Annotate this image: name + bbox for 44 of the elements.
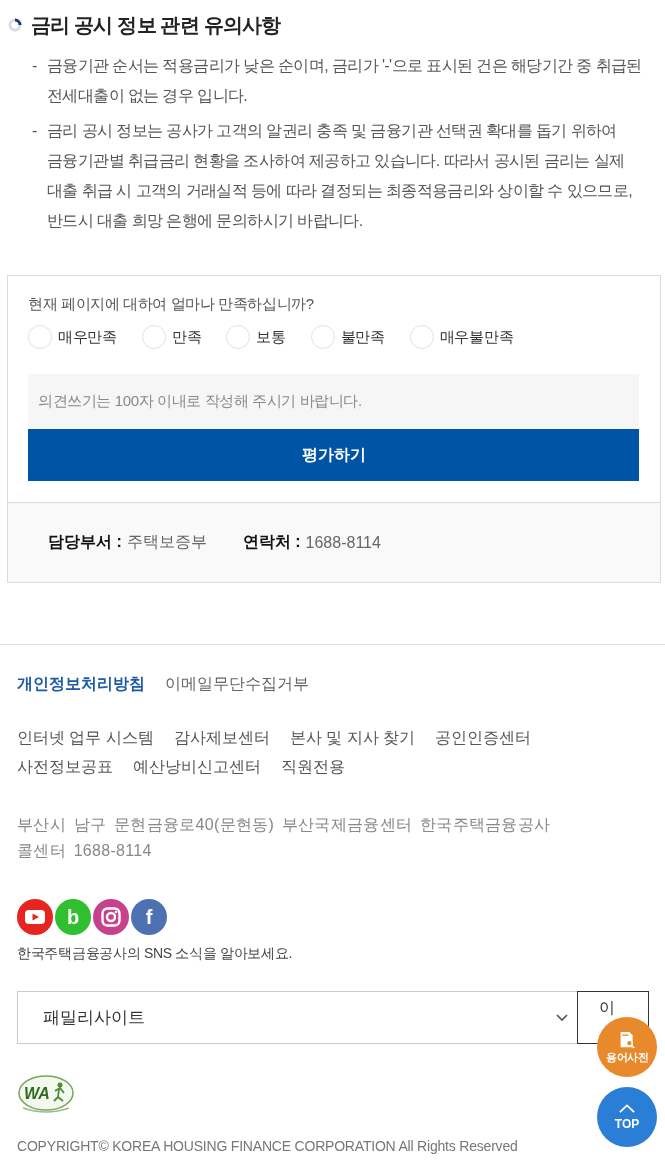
sns-caption: 한국주택금융공사의 SNS 소식을 알아보세요. bbox=[17, 944, 294, 963]
footer-link[interactable]: 사전정보공표 bbox=[17, 752, 113, 781]
copyright-text: COPYRIGHT© KOREA HOUSING FINANCE CORPORATION All Rights Reserved bbox=[17, 1137, 519, 1156]
option-label[interactable]: 불만족 bbox=[340, 324, 385, 350]
address-text: 콜센터 1688-8114 bbox=[17, 841, 153, 861]
policy-link[interactable]: 개인정보처리방침 bbox=[17, 672, 145, 696]
address-text: 부산시 남구 문현금융로40(문현동) 부산국제금융센터 한국주택금융공사 bbox=[17, 815, 552, 835]
opinion-field[interactable]: 의견쓰기는 100자 이내로 작성해 주시기 바랍니다. bbox=[28, 374, 639, 429]
contact-value: 1688-8114 bbox=[305, 533, 381, 552]
footer-link[interactable]: 본사 및 지사 찾기 bbox=[289, 723, 416, 752]
radio-button[interactable] bbox=[409, 325, 434, 349]
radio-button[interactable] bbox=[141, 325, 166, 349]
bullet-dash: - bbox=[32, 121, 38, 141]
footer-link[interactable]: 예산낭비신고센터 bbox=[133, 752, 261, 781]
play-button-icon[interactable] bbox=[17, 899, 53, 935]
ring-icon bbox=[8, 18, 22, 32]
option-label[interactable]: 보통 bbox=[256, 324, 286, 350]
radio-button[interactable] bbox=[28, 325, 52, 349]
contact-label: 연락처 : bbox=[242, 532, 301, 552]
option-label[interactable]: 만족 bbox=[171, 324, 202, 350]
radio-button[interactable] bbox=[226, 325, 251, 349]
section-title: 금리 공시 정보 관련 유의사항 bbox=[31, 13, 281, 38]
camera-icon[interactable] bbox=[93, 899, 129, 935]
bullet-dash: - bbox=[32, 56, 38, 76]
contact-label: 담당부서 : bbox=[48, 532, 122, 552]
policy-link[interactable]: 이메일무단수집거부 bbox=[165, 672, 309, 696]
footer-link[interactable]: 공인인증센터 bbox=[435, 723, 532, 752]
footer-link[interactable]: 인터넷 업무 시스템 bbox=[17, 723, 154, 752]
option-label[interactable]: 매우불만족 bbox=[439, 324, 514, 350]
document-search-icon bbox=[619, 1030, 635, 1049]
option-label[interactable]: 매우만족 bbox=[58, 324, 117, 350]
submit-button[interactable]: 평가하기 bbox=[28, 429, 639, 481]
contact-value: 주택보증부 bbox=[126, 532, 207, 552]
notice-text: 금리 공시 정보는 공사가 고객의 알권리 충족 및 금융기관 선택권 확대를 돕기 위하여 금융기관별 취급금리 현황을 조사하여 제공하고 있습니다. 따라서 공시된 금리는 실제 대출 취급 시 고객의 거래실적 등에 따라 결정되는 최종적용금리와 상이할 수 있으므로, 반드시 대출 희망 은행에 문의하시기 바랍니다. bbox=[47, 121, 634, 231]
chevron-down-icon bbox=[556, 1013, 568, 1022]
chevron-up-icon bbox=[619, 1103, 635, 1113]
footer-link[interactable]: 감사제보센터 bbox=[173, 723, 270, 752]
family-site-select[interactable]: 패밀리사이트 bbox=[17, 991, 577, 1044]
radio-button[interactable] bbox=[310, 325, 335, 349]
survey-question: 현재 페이지에 대하여 얼마나 만족하십니까? bbox=[28, 294, 315, 314]
footer-link[interactable]: 직원전용 bbox=[281, 752, 345, 781]
sns-link[interactable]: f bbox=[131, 899, 167, 935]
notice-text: 금융기관 순서는 적용금리가 낮은 순이며, 금리가 '-'으로 표시된 건은 해당기간 중 취급된 전세대출이 없는 경우 입니다. bbox=[47, 56, 643, 106]
scroll-top-button[interactable]: TOP bbox=[597, 1087, 657, 1147]
